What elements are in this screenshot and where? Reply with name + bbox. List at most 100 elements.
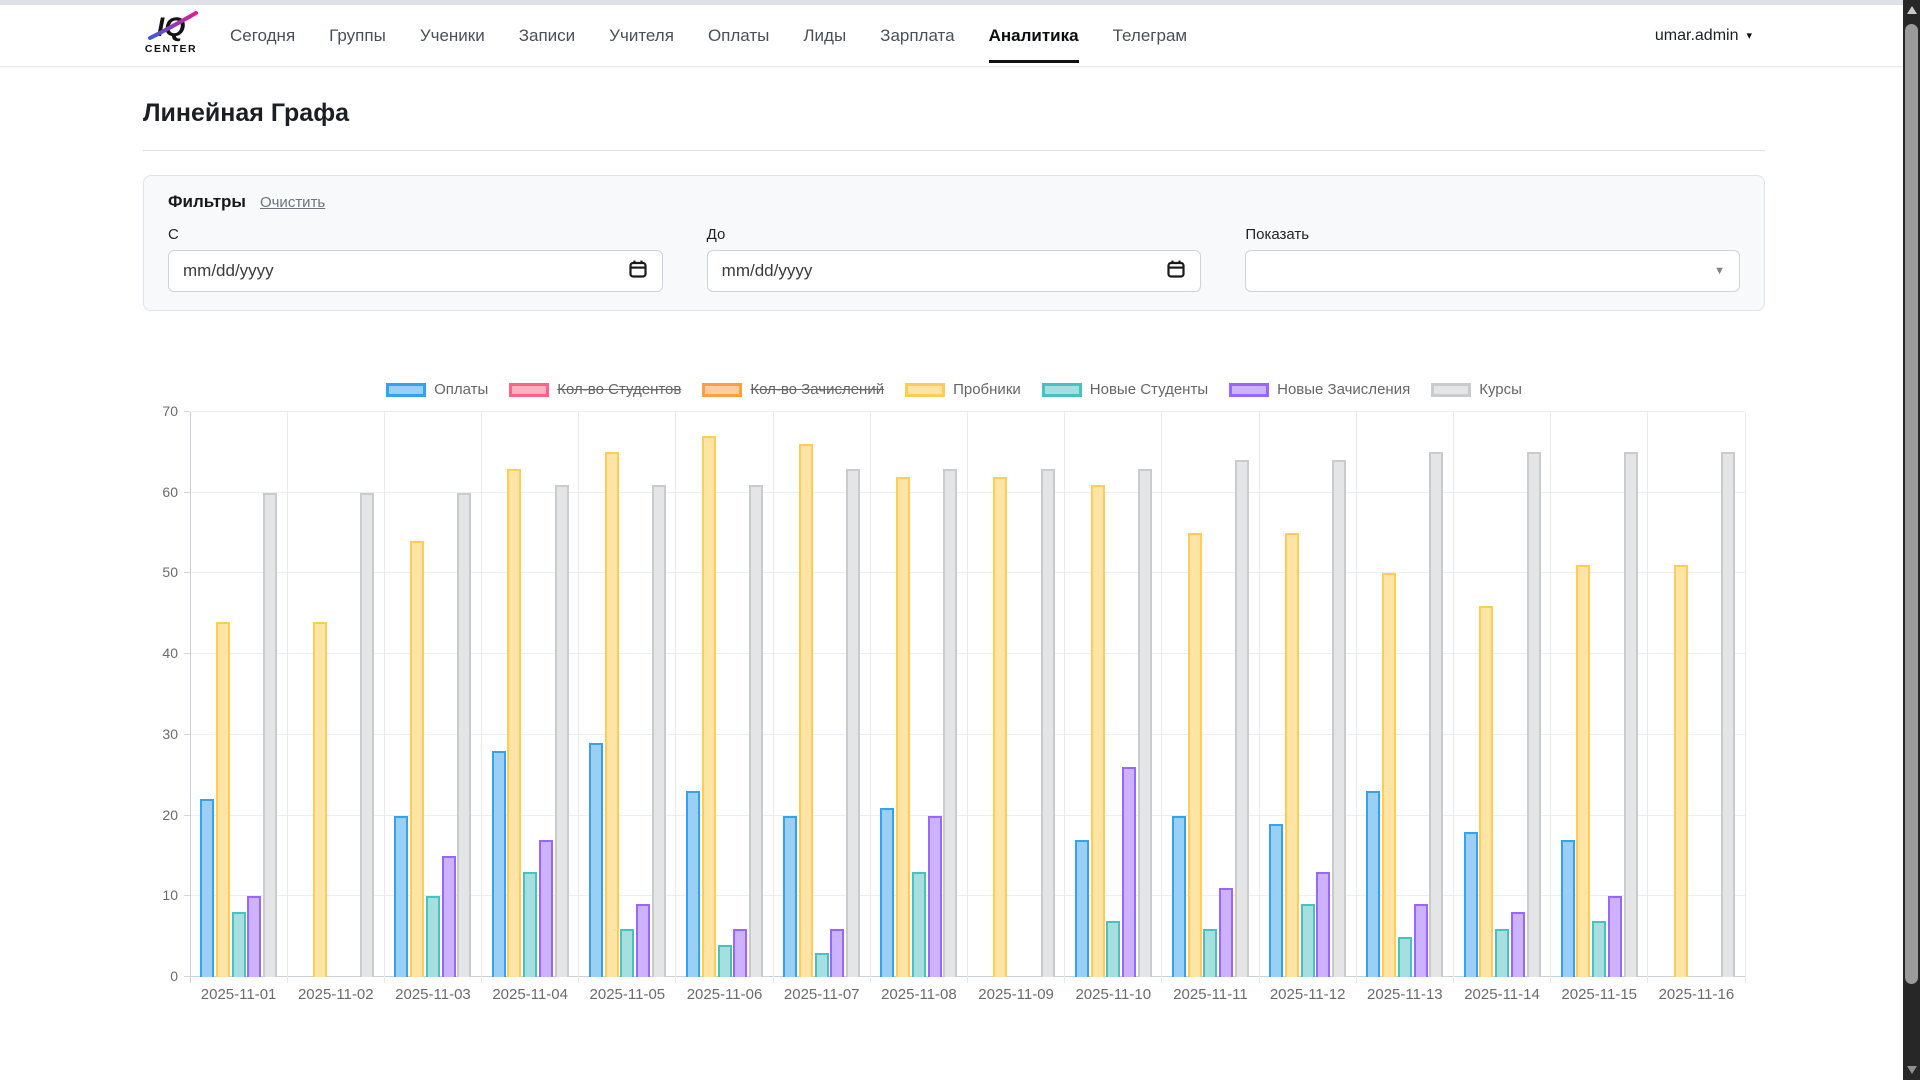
nav-item-4[interactable]: Учителя	[609, 26, 674, 46]
bar-group-2025-11-02	[287, 412, 384, 977]
date-from-input[interactable]: mm/dd/yyyy	[168, 250, 663, 292]
bar	[1075, 840, 1089, 977]
y-tick-label: 70	[162, 403, 178, 419]
bar	[652, 485, 666, 977]
bar	[555, 485, 569, 977]
x-tick-label: 2025-11-16	[1648, 986, 1745, 1003]
legend-label: Новые Студенты	[1090, 381, 1208, 398]
bar	[589, 743, 603, 977]
bar	[1398, 937, 1412, 977]
chart-legend: Оплаты Кол-во Студентов Кол-во Зачислений П…	[143, 381, 1765, 398]
x-tick-label: 2025-11-07	[773, 986, 870, 1003]
logo-text-center: CENTER	[145, 43, 197, 55]
bar	[247, 896, 261, 977]
main-nav: Сегодня Группы Ученики Записи Учителя Оплаты Л…	[230, 26, 1187, 46]
x-tick-label: 2025-11-04	[482, 986, 579, 1003]
bar	[442, 856, 456, 977]
nav-item-3[interactable]: Записи	[519, 26, 575, 46]
bar	[912, 872, 926, 977]
legend-item-0[interactable]: Оплаты	[386, 381, 488, 398]
legend-label: Кол-во Студентов	[557, 381, 681, 398]
legend-swatch	[702, 383, 742, 397]
bar	[1269, 824, 1283, 977]
bar	[523, 872, 537, 977]
bar	[799, 444, 813, 977]
bar	[846, 469, 860, 978]
clear-filters-link[interactable]: Очистить	[260, 194, 325, 211]
legend-item-2[interactable]: Кол-во Зачислений	[702, 381, 884, 398]
bar	[360, 493, 374, 977]
app-header: IQ CENTER Сегодня Группы Ученики Записи Учит…	[0, 5, 1920, 67]
browser-scrollbar[interactable]	[1903, 0, 1920, 1080]
nav-item-8[interactable]: Аналитика	[989, 26, 1079, 46]
bar	[943, 469, 957, 978]
bar-chart: Оплаты Кол-во Студентов Кол-во Зачислений П…	[143, 381, 1765, 1003]
x-tick-label: 2025-11-08	[870, 986, 967, 1003]
x-tick-label: 2025-11-13	[1356, 986, 1453, 1003]
user-menu[interactable]: umar.admin ▾	[1655, 27, 1752, 45]
legend-item-3[interactable]: Пробники	[905, 381, 1021, 398]
bar	[686, 791, 700, 977]
iq-center-logo[interactable]: IQ CENTER	[138, 8, 204, 63]
x-tick-label: 2025-11-10	[1065, 986, 1162, 1003]
date-to-placeholder: mm/dd/yyyy	[722, 261, 813, 281]
bar	[200, 799, 214, 977]
chevron-down-icon: ▾	[1746, 29, 1752, 42]
bar	[539, 840, 553, 977]
legend-item-6[interactable]: Курсы	[1431, 381, 1522, 398]
nav-item-2[interactable]: Ученики	[420, 26, 485, 46]
legend-item-1[interactable]: Кол-во Студентов	[509, 381, 681, 398]
date-to-input[interactable]: mm/dd/yyyy	[707, 250, 1202, 292]
date-from-label: С	[168, 226, 663, 243]
bar	[1332, 460, 1346, 977]
legend-item-5[interactable]: Новые Зачисления	[1229, 381, 1410, 398]
legend-swatch	[386, 383, 426, 397]
bar	[1464, 832, 1478, 977]
chart-plot-area[interactable]	[190, 412, 1745, 977]
bar	[783, 816, 797, 977]
bar	[232, 912, 246, 977]
bar	[636, 904, 650, 977]
legend-swatch	[509, 383, 549, 397]
bar-group-2025-11-08	[870, 412, 967, 977]
scrollbar-thumb[interactable]	[1905, 24, 1918, 984]
bar-groups	[190, 412, 1745, 977]
nav-item-6[interactable]: Лиды	[803, 26, 846, 46]
bar-group-2025-11-16	[1648, 412, 1745, 977]
bar	[410, 541, 424, 977]
nav-item-5[interactable]: Оплаты	[708, 26, 769, 46]
bar	[1721, 452, 1735, 977]
bar	[1188, 533, 1202, 977]
legend-label: Курсы	[1479, 381, 1522, 398]
x-tick-label: 2025-11-14	[1453, 986, 1550, 1003]
bar	[1091, 485, 1105, 977]
bar	[1608, 896, 1622, 977]
nav-item-7[interactable]: Зарплата	[880, 26, 954, 46]
show-select[interactable]: ▼	[1245, 250, 1740, 292]
page-title: Линейная Графа	[143, 99, 1765, 128]
bar	[1561, 840, 1575, 977]
nav-item-9[interactable]: Телеграм	[1113, 26, 1188, 46]
bar-group-2025-11-13	[1356, 412, 1453, 977]
bar	[1219, 888, 1233, 977]
bar	[1624, 452, 1638, 977]
bar	[1316, 872, 1330, 977]
calendar-icon[interactable]	[628, 259, 648, 284]
scrollbar-down-arrow-icon[interactable]	[1907, 1066, 1917, 1074]
bar	[702, 436, 716, 977]
scrollbar-up-arrow-icon[interactable]	[1907, 6, 1917, 14]
nav-item-0[interactable]: Сегодня	[230, 26, 295, 46]
bar	[1674, 565, 1688, 977]
y-tick-label: 50	[162, 564, 178, 580]
bar	[1414, 904, 1428, 977]
legend-item-4[interactable]: Новые Студенты	[1042, 381, 1208, 398]
nav-item-1[interactable]: Группы	[329, 26, 386, 46]
bar	[313, 622, 327, 977]
bar	[1511, 912, 1525, 977]
y-tick-label: 60	[162, 484, 178, 500]
bar	[1106, 921, 1120, 978]
bar	[1366, 791, 1380, 977]
calendar-icon[interactable]	[1166, 259, 1186, 284]
bar	[1122, 767, 1136, 977]
y-tick-label: 30	[162, 726, 178, 742]
